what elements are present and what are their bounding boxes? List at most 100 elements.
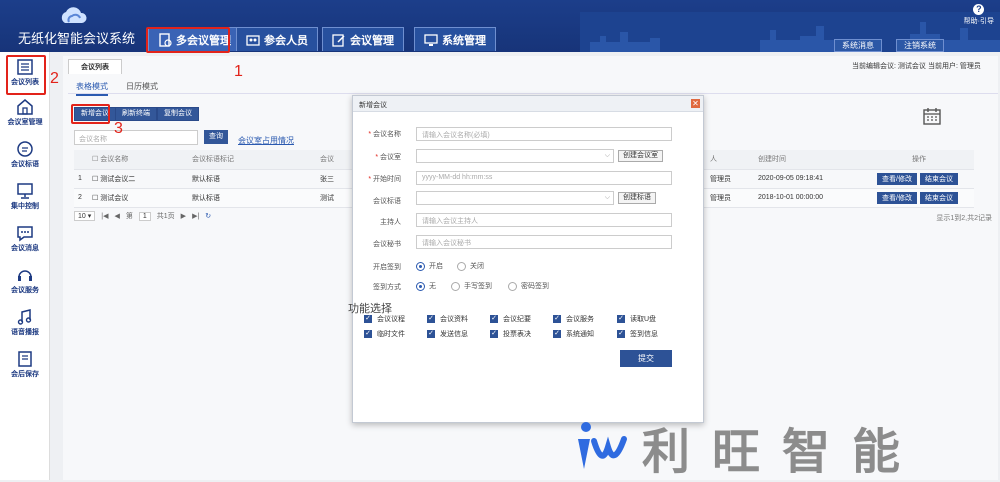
- function-checkbox-usb[interactable]: ✓ 读取U盘: [617, 314, 656, 324]
- slogan-select[interactable]: ⌵: [416, 191, 614, 205]
- column-header: 会议标语标记: [188, 150, 316, 170]
- checkbox-label: 读取U盘: [630, 316, 657, 323]
- checkbox-label: 系统通知: [566, 331, 594, 338]
- cell-text: 测试会议二: [100, 175, 136, 183]
- radio-checked-icon: [416, 261, 425, 271]
- sidebar-item-central-control[interactable]: 集中控制: [0, 182, 50, 211]
- field-label-host: 主持人: [380, 219, 401, 226]
- host-input[interactable]: 请输入会议主持人: [416, 213, 672, 227]
- row-number: 2: [74, 188, 88, 208]
- current-user: 当前用户: 管理员: [928, 63, 981, 70]
- checkbox-checked-icon: ✓: [617, 315, 625, 323]
- dialog-header: 新增会议 ✕: [353, 96, 703, 112]
- sidebar: 会议列表 会议室管理 会议标语 集中控制 会议消息 会议服务 语音播报 会后保存: [0, 52, 50, 480]
- nav-attendees[interactable]: 参会人员: [236, 27, 318, 51]
- search-button[interactable]: 查询: [204, 130, 228, 144]
- method-password-radio[interactable]: 密码签到: [508, 281, 549, 291]
- sidebar-item-label: 会议服务: [11, 287, 39, 294]
- signin-on-radio[interactable]: 开启: [416, 261, 443, 271]
- annotation-box-3: [71, 104, 110, 124]
- view-edit-button[interactable]: 查看/修改: [877, 191, 917, 204]
- save-icon: [18, 351, 32, 367]
- method-handwriting-radio[interactable]: 手写签到: [451, 281, 492, 291]
- checkbox-label: 签到信息: [630, 331, 658, 338]
- function-checkbox-temp-files[interactable]: ✓ 临时文件: [364, 329, 405, 339]
- nav-label: 系统管理: [442, 34, 486, 47]
- watermark-text: 利旺智能: [642, 426, 923, 479]
- pagination: 10 ▾ |◀ ◀ 第 1 共1页 ▶ ▶| ↻: [74, 211, 211, 221]
- search-input[interactable]: 会议名称: [74, 130, 198, 145]
- cell-name: ☐ 测试会议二: [88, 169, 188, 189]
- function-checkbox-send-info[interactable]: ✓ 发送信息: [427, 329, 468, 339]
- meeting-room-select[interactable]: ⌵: [416, 149, 614, 163]
- monitor-icon: [424, 33, 438, 46]
- chevron-down-icon: ⌵: [604, 152, 610, 159]
- tab-meeting-list[interactable]: 会议列表: [68, 59, 122, 74]
- last-page-icon[interactable]: ▶|: [192, 212, 199, 220]
- row-checkbox[interactable]: ☐: [92, 176, 98, 183]
- copy-meeting-button[interactable]: 复制会议: [157, 107, 199, 121]
- sidebar-item-voice-broadcast[interactable]: 语音播报: [0, 308, 50, 337]
- function-checkbox-materials[interactable]: ✓ 会议资料: [427, 314, 468, 324]
- monitor-icon: [17, 183, 33, 199]
- function-checkbox-notice[interactable]: ✓ 系统通知: [553, 329, 594, 339]
- nav-label: 参会人员: [264, 34, 308, 47]
- sidebar-item-label: 会后保存: [11, 371, 39, 378]
- checkbox-checked-icon: ✓: [427, 330, 435, 338]
- page-label: 第: [125, 213, 133, 220]
- tab-calendar-mode[interactable]: 日历模式: [126, 81, 158, 92]
- page-input[interactable]: 1: [138, 211, 151, 221]
- sidebar-item-slogans[interactable]: 会议标语: [0, 140, 50, 169]
- header-blank: [74, 150, 88, 170]
- close-icon[interactable]: ✕: [691, 99, 700, 108]
- function-checkbox-vote[interactable]: ✓ 投票表决: [490, 329, 531, 339]
- sidebar-item-post-meeting-save[interactable]: 会后保存: [0, 350, 50, 379]
- brand-logo-icon: [578, 422, 627, 469]
- refresh-icon[interactable]: ↻: [205, 212, 211, 220]
- function-checkbox-agenda[interactable]: ✓ 会议议程: [364, 314, 405, 324]
- cell-creator: 管理员: [706, 169, 754, 189]
- refresh-terminal-button[interactable]: 刷新终端: [115, 107, 157, 121]
- meeting-name-input[interactable]: 请输入会议名称(必填): [416, 127, 672, 141]
- field-label-slogan: 会议标语: [373, 198, 401, 205]
- end-meeting-button[interactable]: 结束会议: [919, 191, 958, 204]
- page-size-select[interactable]: 10 ▾: [74, 211, 96, 221]
- calendar-icon[interactable]: [922, 106, 942, 126]
- checkbox-label: 会议议程: [377, 316, 405, 323]
- logout-button[interactable]: 注销系统: [896, 39, 944, 52]
- checkbox-checked-icon: ✓: [490, 315, 498, 323]
- sidebar-item-service[interactable]: 会议服务: [0, 266, 50, 295]
- cell-name: ☐ 测试会议: [88, 188, 188, 208]
- checkbox-checked-icon: ✓: [427, 315, 435, 323]
- submit-button[interactable]: 提交: [620, 350, 672, 367]
- end-meeting-button[interactable]: 结束会议: [919, 172, 958, 185]
- help-button[interactable]: ? 帮助·引导: [964, 4, 994, 26]
- next-page-icon[interactable]: ▶: [181, 212, 186, 220]
- sidebar-item-label: 语音播报: [11, 329, 39, 336]
- secretary-input[interactable]: 请输入会议秘书: [416, 235, 672, 249]
- sidebar-item-room-management[interactable]: 会议室管理: [0, 98, 50, 127]
- create-slogan-button[interactable]: 创建标语: [618, 192, 656, 204]
- cell-created: 2018-10-01 00:00:00: [754, 188, 864, 208]
- radio-icon: [457, 261, 466, 271]
- cell-created: 2020-09-05 09:18:41: [754, 169, 864, 189]
- system-messages-button[interactable]: 系统消息: [834, 39, 882, 52]
- start-time-input[interactable]: yyyy-MM-dd hh:mm:ss: [416, 171, 672, 185]
- sidebar-item-messages[interactable]: 会议消息: [0, 224, 50, 253]
- function-checkbox-service[interactable]: ✓ 会议服务: [553, 314, 594, 324]
- room-occupancy-link[interactable]: 会议室占用情况: [238, 135, 294, 146]
- header-checkbox[interactable]: ☐: [92, 156, 98, 163]
- row-checkbox[interactable]: ☐: [92, 195, 98, 202]
- nav-system-management[interactable]: 系统管理: [414, 27, 496, 51]
- annotation-box-2: [6, 55, 46, 95]
- nav-meeting-management[interactable]: 会议管理: [322, 27, 404, 51]
- function-checkbox-signin-info[interactable]: ✓ 签到信息: [617, 329, 658, 339]
- method-none-radio[interactable]: 无: [416, 281, 436, 291]
- prev-page-icon[interactable]: ◀: [114, 212, 119, 220]
- radio-label: 开启: [429, 263, 443, 270]
- create-room-button[interactable]: 创建会议室: [618, 150, 663, 162]
- function-checkbox-minutes[interactable]: ✓ 会议纪要: [490, 314, 531, 324]
- signin-off-radio[interactable]: 关闭: [457, 261, 484, 271]
- first-page-icon[interactable]: |◀: [101, 212, 108, 220]
- view-edit-button[interactable]: 查看/修改: [877, 172, 917, 185]
